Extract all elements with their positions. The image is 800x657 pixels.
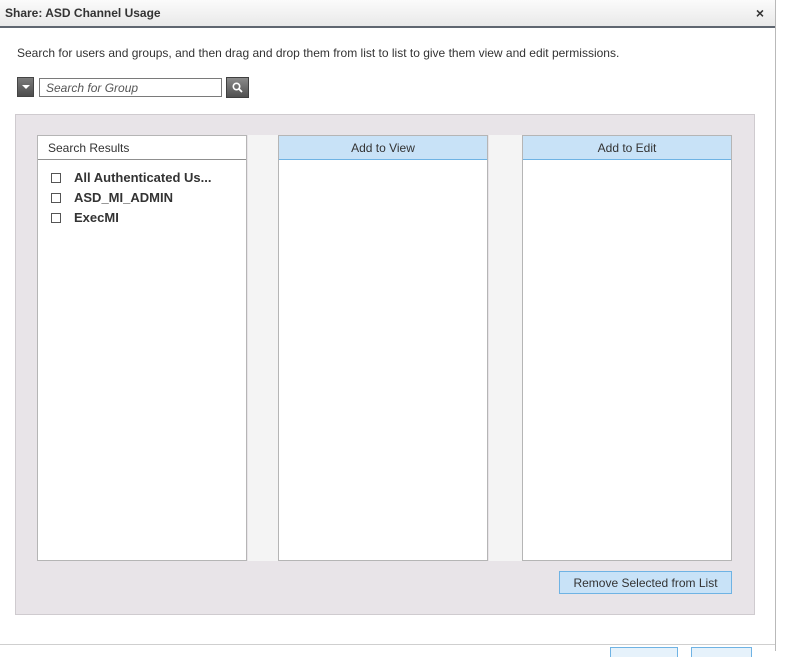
remove-selected-button[interactable]: Remove Selected from List <box>559 571 732 594</box>
list-item-checkbox[interactable] <box>51 213 61 223</box>
list-item[interactable]: ASD_MI_ADMIN <box>38 188 246 208</box>
add-to-edit-header: Add to Edit <box>523 136 731 160</box>
footer-divider <box>0 644 775 645</box>
search-results-items: All Authenticated Us... ASD_MI_ADMIN Exe… <box>38 160 246 228</box>
list-item-label: ASD_MI_ADMIN <box>74 190 173 205</box>
search-input[interactable] <box>39 78 222 97</box>
add-to-view-list[interactable]: Add to View <box>278 135 488 561</box>
instructions-text: Search for users and groups, and then dr… <box>17 46 620 60</box>
list-item[interactable]: ExecMI <box>38 208 246 228</box>
add-to-view-header: Add to View <box>279 136 487 160</box>
close-icon[interactable]: × <box>752 5 768 21</box>
list-item-checkbox[interactable] <box>51 173 61 183</box>
dialog-titlebar[interactable]: Share: ASD Channel Usage × <box>0 0 775 28</box>
search-results-list[interactable]: Search Results All Authenticated Us... A… <box>37 135 247 561</box>
permissions-panel: Search Results All Authenticated Us... A… <box>15 114 755 615</box>
column-spacer <box>248 135 278 561</box>
chevron-down-icon <box>22 85 30 89</box>
list-item-label: ExecMI <box>74 210 119 225</box>
list-item[interactable]: All Authenticated Us... <box>38 168 246 188</box>
magnifier-icon <box>232 82 243 93</box>
search-button[interactable] <box>226 77 249 98</box>
list-item-checkbox[interactable] <box>51 193 61 203</box>
add-to-edit-list[interactable]: Add to Edit <box>522 135 732 561</box>
ok-button[interactable] <box>610 647 678 657</box>
dialog-title: Share: ASD Channel Usage <box>5 6 161 20</box>
share-dialog: Share: ASD Channel Usage × Search for us… <box>0 0 776 657</box>
search-results-header: Search Results <box>38 136 246 160</box>
search-type-dropdown[interactable] <box>17 77 34 97</box>
column-spacer <box>489 135 522 561</box>
cancel-button[interactable] <box>691 647 752 657</box>
list-item-label: All Authenticated Us... <box>74 170 212 185</box>
